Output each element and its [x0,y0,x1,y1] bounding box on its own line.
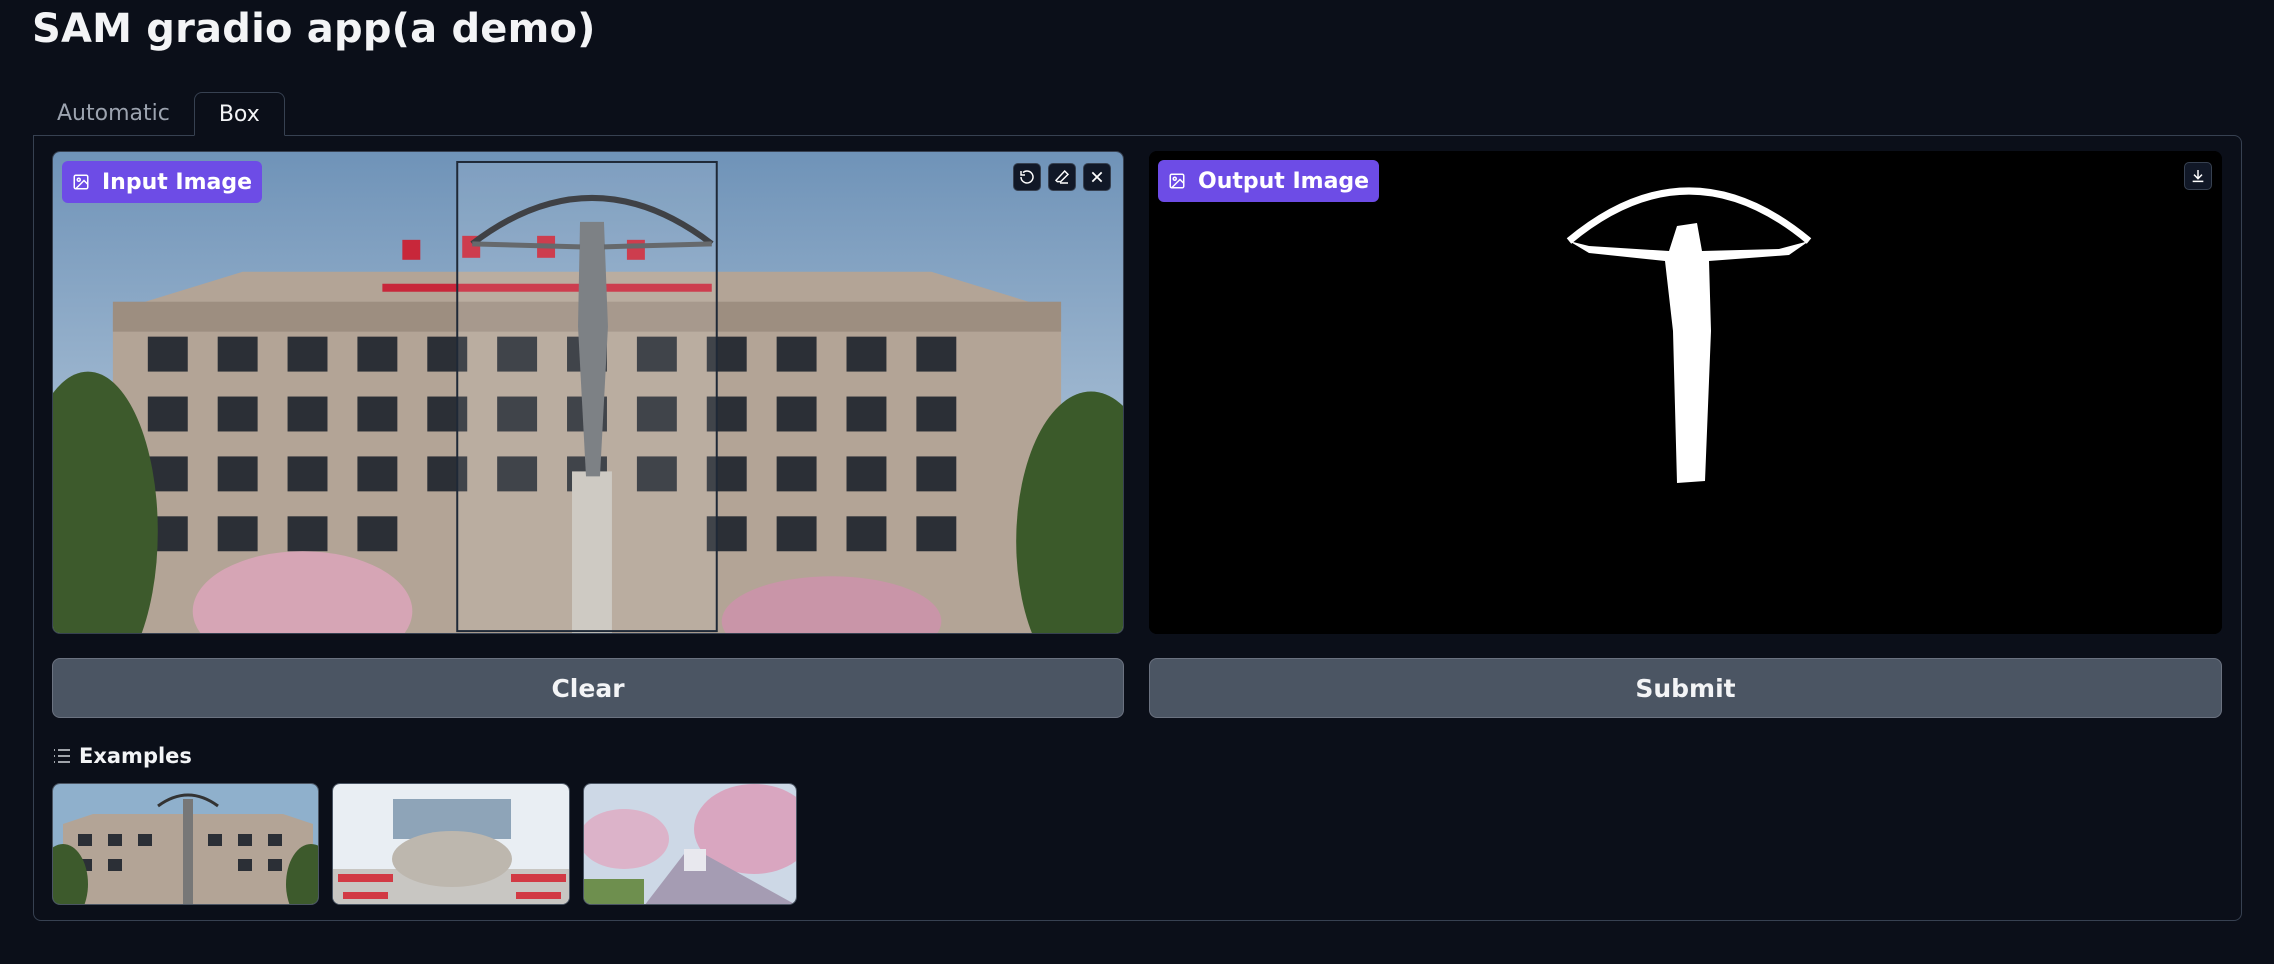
image-icon [1169,173,1185,189]
list-icon [54,749,70,763]
example-thumbnail-1[interactable] [52,783,319,905]
example-thumbnail-2[interactable] [332,783,570,905]
close-icon [1091,171,1103,183]
page-title: SAM gradio app(a demo) [32,6,596,52]
input-image-label-text: Input Image [102,169,253,195]
clear-button[interactable]: Clear [52,658,1124,718]
clear-image-button[interactable] [1083,163,1111,191]
output-mask [1149,151,2222,634]
output-image-label: Output Image [1158,160,1380,202]
input-image-label: Input Image [62,161,263,203]
example-image-2 [333,784,569,904]
examples-header: Examples [53,744,192,768]
download-icon [2192,170,2204,183]
eraser-icon [1054,169,1070,184]
eraser-button[interactable] [1048,163,1076,191]
submit-button[interactable]: Submit [1149,658,2222,718]
example-thumbnail-3[interactable] [583,783,797,905]
tab-automatic[interactable]: Automatic [33,92,194,136]
undo-button[interactable] [1013,163,1041,191]
example-image-1 [53,784,318,904]
example-image-3 [584,784,796,904]
undo-icon [1020,170,1034,184]
tab-bar: Automatic Box [33,92,285,136]
download-button[interactable] [2184,162,2212,190]
input-photo [53,152,1123,633]
tab-box[interactable]: Box [193,92,285,136]
examples-title: Examples [79,744,192,768]
output-image-label-text: Output Image [1198,168,1370,194]
output-image-canvas: Output Image [1149,151,2222,634]
image-icon [73,174,89,190]
input-image-canvas[interactable]: Input Image [52,151,1124,634]
